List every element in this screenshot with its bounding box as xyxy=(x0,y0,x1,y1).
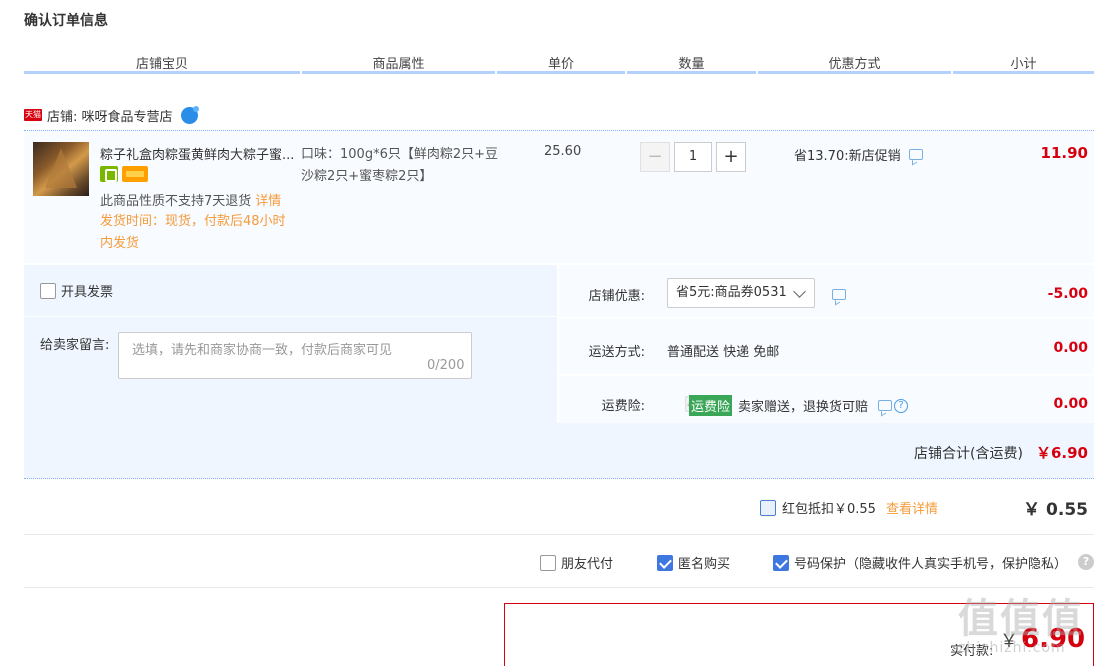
memo-placeholder: 选填，请先和商家协商一致，付款后商家可见 xyxy=(132,343,393,358)
invoice-checkbox[interactable] xyxy=(40,282,56,299)
friend-pay-label: 朋友代付 xyxy=(561,557,614,572)
shipping-label: 运送方式: xyxy=(588,345,645,360)
product-attribute: 口味：100g*6只【鲜肉粽2只+豆沙粽2只+蜜枣粽2只】 xyxy=(301,147,498,184)
invoice-option[interactable]: 开具发票 xyxy=(40,281,113,300)
column-header-quantity: 数量 xyxy=(678,57,705,72)
insurance-label: 运费险: xyxy=(601,399,645,414)
red-packet-option[interactable]: 红包抵扣￥0.55 查看详情 xyxy=(760,498,938,517)
store-total-value: ￥6.90 xyxy=(1035,444,1088,462)
number-protect-checkbox[interactable] xyxy=(773,554,789,571)
anonymous-label: 匿名购买 xyxy=(678,557,731,572)
view-details-link[interactable]: 查看详情 xyxy=(886,498,938,517)
message-icon[interactable] xyxy=(908,149,923,160)
no-return-text: 此商品性质不支持7天退货 xyxy=(100,194,252,209)
column-underline xyxy=(497,71,625,74)
quantity-minus-button[interactable]: − xyxy=(640,142,670,172)
page-title: 确认订单信息 xyxy=(24,13,108,29)
ship-time-notice: 发货时间：现货，付款后48小时内发货 xyxy=(100,214,286,251)
anonymous-checkbox[interactable] xyxy=(657,554,673,571)
watermark-site: zhizhizhi.com xyxy=(958,640,1066,656)
memo-label: 给卖家留言: xyxy=(40,338,110,353)
column-header-subtotal: 小计 xyxy=(1010,57,1037,72)
store-coupon-selected: 省5元:商品券0531 xyxy=(676,285,787,300)
friend-pay-option[interactable]: 朋友代付 xyxy=(540,553,613,572)
column-header-unit-price: 单价 xyxy=(547,57,574,72)
details-link[interactable]: 详情 xyxy=(255,194,281,209)
help-icon[interactable]: ? xyxy=(894,398,909,413)
column-header-shop-item: 店铺宝贝 xyxy=(135,57,188,72)
friend-pay-checkbox[interactable] xyxy=(540,554,556,571)
message-icon[interactable] xyxy=(878,400,893,411)
invoice-label: 开具发票 xyxy=(61,285,114,300)
red-packet-checkbox[interactable] xyxy=(760,499,776,516)
column-underline xyxy=(758,71,951,74)
divider xyxy=(24,587,1094,588)
help-icon[interactable]: ? xyxy=(1078,554,1094,570)
column-underline xyxy=(24,71,300,74)
product-title[interactable]: 粽子礼盒肉粽蛋黄鲜肉大粽子蜜... xyxy=(100,144,296,163)
quantity-stepper: − 1 + xyxy=(640,142,746,172)
promotion-text: 省13.70:新店促销 xyxy=(794,149,901,164)
wangwang-chat-icon[interactable] xyxy=(180,105,199,124)
red-packet-value: ￥ 0.55 xyxy=(1023,500,1088,520)
shop-name[interactable]: 店铺: 咪呀食品专营店 xyxy=(47,106,173,125)
divider xyxy=(24,316,557,317)
column-header-attributes: 商品属性 xyxy=(372,57,425,72)
product-thumbnail[interactable] xyxy=(33,142,89,196)
insurance-amount: 0.00 xyxy=(1053,396,1088,412)
divider xyxy=(24,534,1094,535)
unit-price: 25.60 xyxy=(544,144,582,159)
message-icon[interactable] xyxy=(832,288,846,300)
item-promotion: 省13.70:新店促销 xyxy=(794,145,923,164)
quantity-input[interactable]: 1 xyxy=(674,142,712,172)
store-coupon-label: 店铺优惠: xyxy=(588,289,645,304)
shipping-amount: 0.00 xyxy=(1053,340,1088,356)
quantity-plus-button[interactable]: + xyxy=(716,142,746,172)
insurance-info: 运费险 卖家赠送，退换货可赔 ? xyxy=(689,395,909,416)
store-coupon-amount: -5.00 xyxy=(1047,286,1088,302)
shop-row: 天猫 店铺: 咪呀食品专营店 xyxy=(24,105,199,125)
shipping-value: 普通配送 快递 免邮 xyxy=(667,345,780,360)
column-header-discount: 优惠方式 xyxy=(828,57,881,72)
column-underline xyxy=(953,71,1094,74)
red-packet-label: 红包抵扣￥0.55 xyxy=(782,502,876,517)
number-protect-label: 号码保护（隐藏收件人真实手机号，保护隐私） xyxy=(794,557,1068,572)
watermark-logo: 值值值 xyxy=(958,596,1084,642)
tmall-icon: 天猫 xyxy=(24,109,42,121)
column-underline xyxy=(302,71,495,74)
store-coupon-select[interactable]: 省5元:商品券0531 xyxy=(667,278,815,308)
credit-card-icon xyxy=(122,166,148,182)
chevron-down-icon xyxy=(793,285,806,298)
item-subtotal: 11.90 xyxy=(1040,144,1088,162)
store-total-label: 店铺合计(含运费) xyxy=(914,446,1023,462)
number-protect-option[interactable]: 号码保护（隐藏收件人真实手机号，保护隐私） xyxy=(773,553,1067,572)
service-guarantee-icon xyxy=(100,166,118,182)
column-underline xyxy=(627,71,756,74)
no-return-notice: 此商品性质不支持7天退货 详情 xyxy=(100,190,281,209)
insurance-tag: 运费险 xyxy=(689,395,733,416)
memo-char-count: 0/200 xyxy=(427,358,465,373)
anonymous-option[interactable]: 匿名购买 xyxy=(657,553,730,572)
insurance-text: 卖家赠送，退换货可赔 xyxy=(738,400,869,415)
